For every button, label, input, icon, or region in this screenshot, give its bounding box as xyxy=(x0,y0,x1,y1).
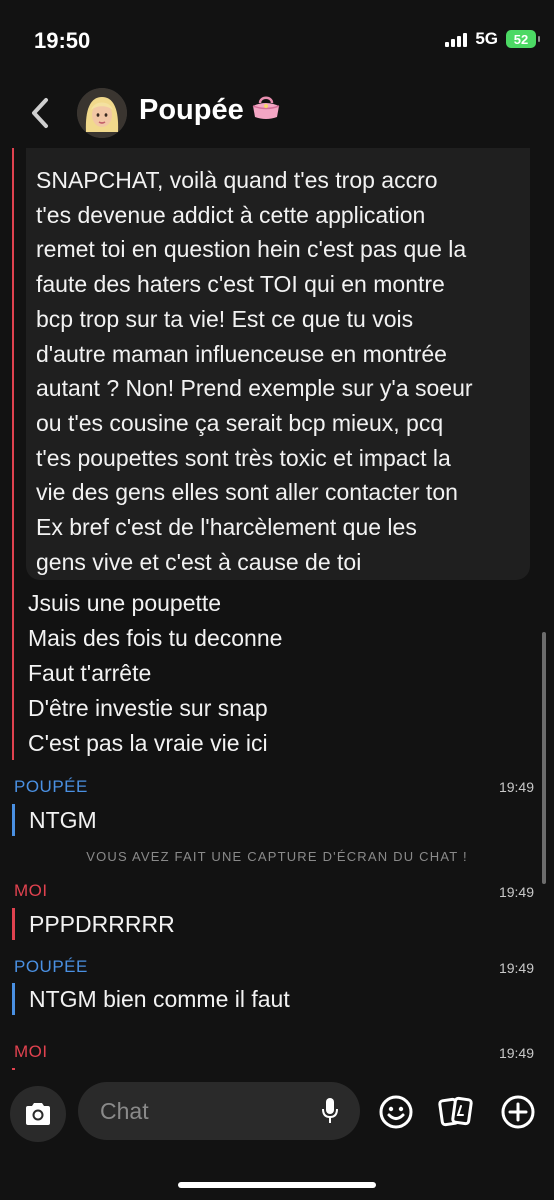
quote-line: t'es poupettes sont très toxic et impact… xyxy=(36,444,451,471)
quoted-message-text: SNAPCHAT, voilà quand t'es trop accro t'… xyxy=(36,163,516,579)
mic-icon[interactable] xyxy=(320,1096,340,1131)
quote-line: autant ? Non! Prend exemple sur y'a soeu… xyxy=(36,375,473,402)
screenshot-notice: VOUS AVEZ FAIT UNE CAPTURE D'ÉCRAN DU CH… xyxy=(86,849,468,864)
quote-line: t'es devenue addict à cette application xyxy=(36,201,426,228)
reply-line: D'être investie sur snap xyxy=(28,695,268,721)
sender-label: POUPÉE xyxy=(14,957,88,976)
smiley-icon xyxy=(379,1095,413,1129)
sender-label: MOI xyxy=(14,881,48,900)
chat-feed[interactable]: SNAPCHAT, voilà quand t'es trop accro t'… xyxy=(0,148,554,1070)
message-timestamp: 19:49 xyxy=(498,1045,534,1061)
quote-line: bcp trop sur ta vie! Est ce que tu vois xyxy=(36,305,414,332)
contact-name-text: Poupée xyxy=(139,94,244,126)
scrollbar[interactable] xyxy=(542,632,546,884)
plus-icon xyxy=(501,1095,535,1129)
avatar[interactable] xyxy=(77,88,127,138)
battery-icon: 52 xyxy=(506,30,540,48)
smiley-button[interactable] xyxy=(376,1092,416,1132)
status-time: 19:50 xyxy=(34,28,91,53)
message-text[interactable]: PPPDRRRRR xyxy=(12,908,175,940)
reply-line: Mais des fois tu deconne xyxy=(28,625,283,651)
cards-icon xyxy=(438,1096,473,1127)
reply-message[interactable]: Jsuis une poupette Mais des fois tu deco… xyxy=(28,586,282,761)
contact-name[interactable]: Poupée xyxy=(139,94,282,128)
cards-button[interactable] xyxy=(436,1092,476,1132)
composer-bar: Chat xyxy=(0,1070,554,1200)
quote-line: ou t'es cousine ça serait bcp mieux, pcq xyxy=(36,409,444,436)
message-text[interactable]: NTGM bien comme il faut xyxy=(12,983,290,1015)
message-timestamp: 19:49 xyxy=(498,779,534,795)
quote-line: SNAPCHAT, voilà quand t'es trop accro xyxy=(36,167,438,193)
reply-line: Jsuis une poupette xyxy=(28,590,222,616)
quote-line: remet toi en question hein c'est pas que… xyxy=(36,236,467,263)
home-indicator[interactable] xyxy=(178,1182,376,1188)
quote-line: Ex bref c'est de l'harcèlement que les xyxy=(36,514,417,541)
moi-message-bar xyxy=(12,148,14,760)
camera-icon xyxy=(26,1103,50,1125)
quote-line: gens vive et c'est à cause de toi xyxy=(36,548,362,575)
reply-line: Faut t'arrête xyxy=(28,660,152,686)
battery-level: 52 xyxy=(513,31,529,47)
message-timestamp: 19:49 xyxy=(498,960,534,976)
network-label: 5G xyxy=(475,29,498,48)
chat-input[interactable]: Chat xyxy=(78,1082,360,1140)
status-indicators: 5G 52 xyxy=(445,29,540,49)
plus-button[interactable] xyxy=(498,1092,538,1132)
status-bar: 19:50 5G 52 xyxy=(0,0,554,84)
back-button[interactable] xyxy=(26,96,56,130)
sender-label: POUPÉE xyxy=(14,777,88,796)
reply-line: C'est pas la vraie vie ici xyxy=(28,730,268,756)
signal-icon xyxy=(445,31,468,47)
quote-line: d'autre maman influenceuse en montrée xyxy=(36,340,447,367)
message-text[interactable]: NTGM xyxy=(12,804,97,836)
purse-emoji-icon xyxy=(250,94,282,128)
chat-input-placeholder: Chat xyxy=(100,1098,149,1124)
camera-button[interactable] xyxy=(10,1086,66,1142)
chat-header: Poupée xyxy=(0,84,554,148)
message-timestamp: 19:49 xyxy=(498,884,534,900)
quote-line: vie des gens elles sont aller contacter … xyxy=(36,479,458,506)
sender-label: MOI xyxy=(14,1042,48,1061)
back-chevron-icon xyxy=(32,98,48,128)
quote-line: faute des haters c'est TOI qui en montre xyxy=(36,271,445,298)
bitmoji-avatar-icon xyxy=(77,88,127,138)
